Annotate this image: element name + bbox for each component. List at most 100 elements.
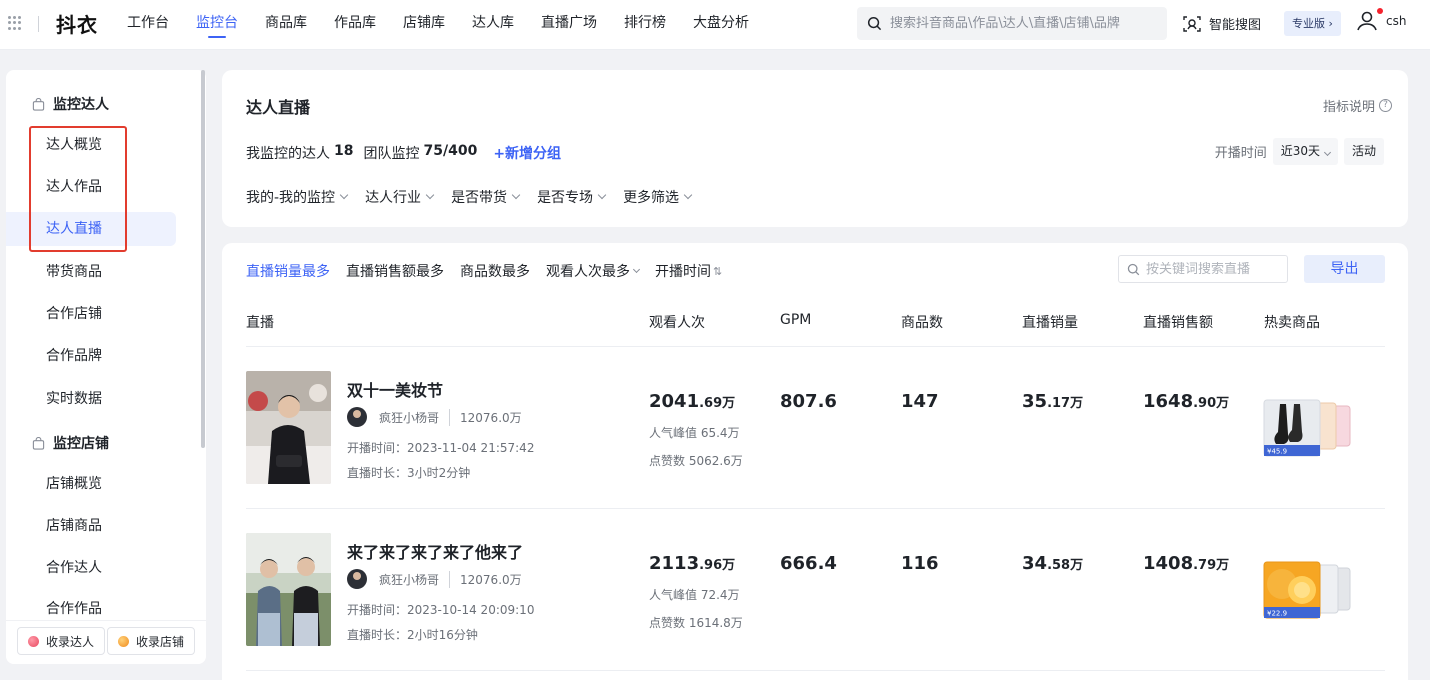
product-count: 147 [901,391,939,412]
top-nav-bar: 抖衣 工作台 监控台 商品库 作品库 店铺库 达人库 直播广场 排行榜 大盘分析… [0,0,1430,50]
user-icon [1357,11,1377,31]
add-group-button[interactable]: +新增分组 [493,143,561,163]
sidebar-item-partner-brands[interactable]: 合作品牌 [6,339,176,373]
sort-by-views[interactable]: 观看人次最多 [546,261,641,281]
collect-influencer-button[interactable]: 收录达人 [17,627,106,655]
sort-by-start-time[interactable]: 开播时间 ⇅ [655,261,722,281]
nav-rankings[interactable]: 排行榜 [624,0,666,50]
hot-product-thumbnails[interactable]: ¥45.9 [1262,398,1357,458]
col-products[interactable]: 商品数 [901,312,943,332]
nav-products[interactable]: 商品库 [265,0,307,50]
nav-monitor[interactable]: 监控台 [196,0,238,50]
user-menu[interactable]: csh [1356,8,1407,32]
col-sales[interactable]: 直播销量 [1022,312,1078,332]
sidebar-scrollbar[interactable] [201,70,205,448]
sales-value: 34.58万 [1022,553,1084,574]
avatar[interactable] [347,407,367,427]
sidebar-item-shop-overview[interactable]: 店铺概览 [6,467,176,501]
revenue-value: 1408.79万 [1143,553,1230,574]
apps-grid-icon[interactable] [8,16,22,30]
smart-search-label: 智能搜图 [1209,18,1262,33]
chevron-down-icon [425,190,435,200]
bag-icon [32,97,45,111]
shop-dot-icon [118,635,129,647]
hot-product-thumbnails[interactable]: ¥22.9 [1262,560,1357,620]
filter-card: 达人直播 指标说明? 我监控的达人 18 团队监控 75/400 +新增分组 开播时… [222,70,1408,227]
annotation-highlight-box [29,126,127,252]
time-range-select[interactable]: 近30天 [1272,138,1338,165]
chevron-down-icon [683,190,693,200]
col-views[interactable]: 观看人次 [649,312,705,332]
main-nav: 工作台 监控台 商品库 作品库 店铺库 达人库 直播广场 排行榜 大盘分析 [127,0,776,50]
metric-help-link[interactable]: 指标说明? [1323,96,1392,115]
nav-live-plaza[interactable]: 直播广场 [541,0,597,50]
sort-by-sales[interactable]: 直播销量最多 [246,261,330,281]
revenue-value: 1648.90万 [1143,391,1230,412]
gpm-value: 666.4 [780,553,837,574]
live-title[interactable]: 双十一美妆节 [347,377,443,401]
col-revenue[interactable]: 直播销售额 [1143,312,1213,332]
sidebar-item-shop-products[interactable]: 店铺商品 [6,509,176,543]
sidebar-item-selling-products[interactable]: 带货商品 [6,255,176,289]
smart-image-search[interactable]: 智能搜图 [1183,14,1261,33]
global-search[interactable] [857,7,1167,40]
filter-industry[interactable]: 达人行业 [365,187,435,207]
nav-shops[interactable]: 店铺库 [403,0,445,50]
anchor-name[interactable]: 疯狂小杨哥 [379,571,439,588]
table-row[interactable]: 来了来了来了来了他来了 疯狂小杨哥 12076.0万 开播时间：2023-10-… [246,509,1385,671]
page-title: 达人直播 [246,98,311,117]
sales-value: 35.17万 [1022,391,1084,412]
filter-my-monitor[interactable]: 我的-我的监控 [246,187,349,207]
monitored-count: 18 [334,143,354,159]
sort-by-product-count[interactable]: 商品数最多 [460,261,530,281]
sidebar-item-partner-influencers[interactable]: 合作达人 [6,551,176,585]
live-cover-image[interactable] [246,533,331,646]
like-count: 点赞数 1614.8万 [649,616,743,630]
chevron-down-icon [1323,148,1332,157]
logo[interactable]: 抖衣 [56,9,98,38]
filter-dropdowns: 我的-我的监控 达人行业 是否带货 是否专场 更多筛选 [246,187,709,207]
export-button[interactable]: 导出 [1304,255,1385,283]
filter-more[interactable]: 更多筛选 [623,187,693,207]
avatar[interactable] [347,569,367,589]
global-search-input[interactable] [890,16,1160,31]
username: csh [1386,14,1407,28]
chevron-down-icon [339,190,349,200]
live-cover-image[interactable] [246,371,331,484]
divider [38,16,39,32]
notification-dot [1377,8,1383,14]
nav-videos[interactable]: 作品库 [334,0,376,50]
col-hot-products: 热卖商品 [1264,315,1320,331]
pro-version-badge[interactable]: 专业版 › [1284,11,1341,36]
section-monitor-shops[interactable]: 监控店铺 [32,433,109,453]
anchor-name[interactable]: 疯狂小杨哥 [379,409,439,426]
peak-viewers: 人气峰值 72.4万 [649,588,740,602]
live-search[interactable] [1118,255,1288,283]
section-monitor-influencers[interactable]: 监控达人 [32,94,109,114]
nav-market-analysis[interactable]: 大盘分析 [693,0,749,50]
view-count: 2041.69万 [649,391,736,412]
chevron-down-icon [511,190,521,200]
fan-count: 12076.0万 [449,570,522,588]
table-row[interactable]: 双十一美妆节 疯狂小杨哥 12076.0万 开播时间：2023-11-04 21… [246,347,1385,509]
sort-by-revenue[interactable]: 直播销售额最多 [346,261,444,281]
filter-special-session[interactable]: 是否专场 [537,187,607,207]
sidebar-item-realtime-data[interactable]: 实时数据 [6,382,176,416]
start-time: 开播时间：2023-11-04 21:57:42 [347,441,535,455]
collect-shop-button[interactable]: 收录店铺 [107,627,196,655]
col-gpm[interactable]: GPM [780,312,811,328]
nav-influencers[interactable]: 达人库 [472,0,514,50]
sidebar-footer: 收录达人 收录店铺 [6,620,206,664]
view-count: 2113.96万 [649,553,736,574]
live-duration: 直播时长：2小时16分钟 [347,628,478,642]
start-time-filter: 开播时间 近30天 活动 [1215,138,1384,165]
sidebar-item-partner-shops[interactable]: 合作店铺 [6,297,176,331]
scan-icon [1183,15,1201,32]
activity-button[interactable]: 活动 [1343,138,1384,165]
live-title[interactable]: 来了来了来了来了他来了 [347,539,523,563]
live-search-input[interactable] [1146,261,1286,277]
nav-workbench[interactable]: 工作台 [127,0,169,50]
help-icon: ? [1379,99,1392,112]
filter-has-goods[interactable]: 是否带货 [451,187,521,207]
fan-count: 12076.0万 [449,408,522,426]
